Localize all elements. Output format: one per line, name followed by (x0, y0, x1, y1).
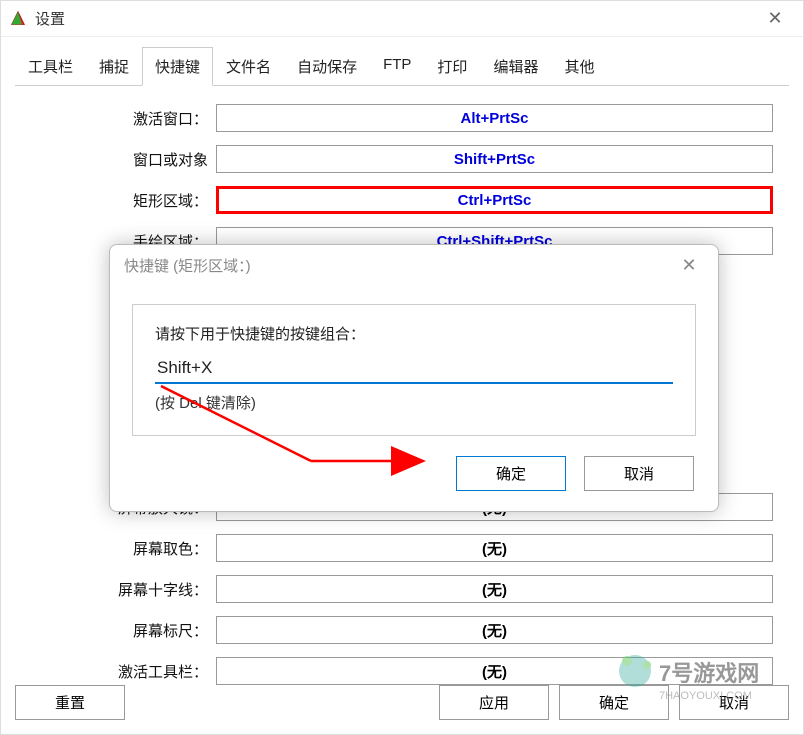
row-label: 激活窗口： (31, 108, 216, 129)
modal-buttons: 确定 取消 (110, 456, 718, 511)
row-label: 激活工具栏： (31, 661, 216, 682)
tab-ftp[interactable]: FTP (370, 47, 424, 86)
row-label: 屏幕十字线： (31, 579, 216, 600)
app-icon (9, 10, 27, 28)
hotkey-row: 激活窗口： Alt+PrtSc (31, 104, 773, 132)
hotkey-row: 屏幕十字线： (无) (31, 575, 773, 603)
hotkey-row: 矩形区域： Ctrl+PrtSc (31, 186, 773, 214)
hotkey-field-activate-toolbar[interactable]: (无) (216, 657, 773, 685)
hotkey-modal: 快捷键 (矩形区域：) ✕ 请按下用于快捷键的按键组合： (按 Del 键清除)… (109, 244, 719, 512)
hotkey-input[interactable] (155, 354, 673, 384)
apply-button[interactable]: 应用 (439, 685, 549, 720)
modal-titlebar: 快捷键 (矩形区域：) ✕ (110, 245, 718, 286)
hotkey-field-active-window[interactable]: Alt+PrtSc (216, 104, 773, 132)
tab-toolbar[interactable]: 工具栏 (15, 47, 86, 86)
modal-hint: (按 Del 键清除) (155, 392, 673, 413)
tab-hotkeys[interactable]: 快捷键 (142, 47, 213, 86)
window-title: 设置 (35, 8, 755, 29)
tabs: 工具栏 捕捉 快捷键 文件名 自动保存 FTP 打印 编辑器 其他 (1, 37, 803, 86)
hotkey-field-ruler[interactable]: (无) (216, 616, 773, 644)
row-label: 屏幕取色： (31, 538, 216, 559)
tab-other[interactable]: 其他 (551, 47, 607, 86)
tab-filename[interactable]: 文件名 (213, 47, 284, 86)
hotkey-row: 屏幕取色： (无) (31, 534, 773, 562)
settings-window: 设置 ✕ 工具栏 捕捉 快捷键 文件名 自动保存 FTP 打印 编辑器 其他 激… (0, 0, 804, 735)
ok-button[interactable]: 确定 (559, 685, 669, 720)
hotkey-field-crosshair[interactable]: (无) (216, 575, 773, 603)
hotkey-field-window-object[interactable]: Shift+PrtSc (216, 145, 773, 173)
hotkey-field-rect-region[interactable]: Ctrl+PrtSc (216, 186, 773, 214)
row-label: 矩形区域： (31, 190, 216, 211)
modal-close-icon[interactable]: ✕ (674, 255, 704, 276)
tab-autosave[interactable]: 自动保存 (284, 47, 370, 86)
hotkey-row: 屏幕标尺： (无) (31, 616, 773, 644)
titlebar: 设置 ✕ (1, 1, 803, 37)
reset-button[interactable]: 重置 (15, 685, 125, 720)
tab-print[interactable]: 打印 (424, 47, 480, 86)
tab-editor[interactable]: 编辑器 (480, 47, 551, 86)
close-icon[interactable]: ✕ (755, 8, 795, 29)
hotkey-row: 窗口或对象 Shift+PrtSc (31, 145, 773, 173)
row-label: 窗口或对象 (31, 149, 216, 170)
modal-body: 请按下用于快捷键的按键组合： (按 Del 键清除) (132, 304, 696, 436)
modal-cancel-button[interactable]: 取消 (584, 456, 694, 491)
tab-capture[interactable]: 捕捉 (86, 47, 142, 86)
cancel-button[interactable]: 取消 (679, 685, 789, 720)
bottom-bar: 重置 应用 确定 取消 (15, 685, 789, 720)
modal-instruction: 请按下用于快捷键的按键组合： (155, 323, 673, 344)
modal-title: 快捷键 (矩形区域：) (124, 255, 674, 276)
hotkey-row: 激活工具栏： (无) (31, 657, 773, 685)
row-label: 屏幕标尺： (31, 620, 216, 641)
hotkey-field-color-picker[interactable]: (无) (216, 534, 773, 562)
modal-ok-button[interactable]: 确定 (456, 456, 566, 491)
